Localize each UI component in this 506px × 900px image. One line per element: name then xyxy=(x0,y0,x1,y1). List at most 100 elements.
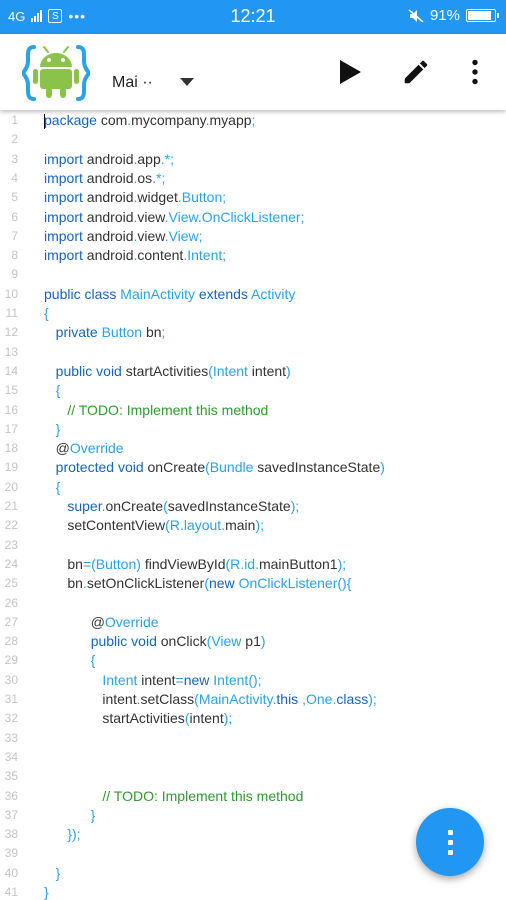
line-number: 2 xyxy=(11,132,18,147)
code-line[interactable]: 5 import android.widget.Button; xyxy=(0,188,506,207)
code-line[interactable]: 7 import android.view.View; xyxy=(0,227,506,246)
more-vert-icon xyxy=(472,59,478,85)
edit-button[interactable] xyxy=(398,54,434,90)
code-line[interactable]: 15 { xyxy=(0,381,506,400)
code-line[interactable]: 33 xyxy=(0,729,506,748)
line-number: 16 xyxy=(4,402,18,417)
battery-percent: 91% xyxy=(429,7,460,24)
code-line[interactable]: 13 xyxy=(0,343,506,362)
line-code: package com.mycompany.myapp; xyxy=(44,112,256,129)
code-line[interactable]: 28 public void onClick(View p1) xyxy=(0,632,506,651)
code-line[interactable]: 3 import android.app.*; xyxy=(0,150,506,169)
code-line[interactable]: 11 { xyxy=(0,304,506,323)
line-number: 13 xyxy=(4,344,18,359)
code-line[interactable]: 20 { xyxy=(0,478,506,497)
line-code: bn.setOnClickListener(new OnClickListene… xyxy=(44,575,352,592)
code-line[interactable]: 30 Intent intent=new Intent(); xyxy=(0,671,506,690)
code-line[interactable]: 18 @Override xyxy=(0,439,506,458)
actions-fab-button[interactable] xyxy=(416,808,484,876)
line-code: Intent intent=new Intent(); xyxy=(102,671,262,688)
code-line[interactable]: 34 xyxy=(0,748,506,767)
code-line[interactable]: 29 { xyxy=(0,651,506,670)
line-number: 1 xyxy=(11,113,18,127)
line-number: 5 xyxy=(11,190,18,205)
run-button[interactable] xyxy=(332,54,368,90)
aide-logo-icon xyxy=(22,45,90,101)
line-code: @Override xyxy=(55,440,124,457)
line-code: public void startActivities(Intent inten… xyxy=(55,362,291,379)
code-line[interactable]: 26 xyxy=(0,594,506,613)
code-line[interactable]: 14 public void startActivities(Intent in… xyxy=(0,362,506,381)
line-number: 3 xyxy=(11,151,18,166)
line-number: 34 xyxy=(4,749,18,764)
line-code: { xyxy=(44,652,96,669)
code-line[interactable]: 24 bn=(Button) findViewById(R.id.mainBut… xyxy=(0,555,506,574)
code-line[interactable]: 4 import android.os.*; xyxy=(0,169,506,188)
code-line[interactable]: 32 startActivities(intent); xyxy=(0,709,506,728)
code-line[interactable]: 2 xyxy=(0,130,506,149)
battery-icon xyxy=(466,9,499,22)
code-line[interactable]: 36 // TODO: Implement this method xyxy=(0,787,506,806)
line-code: intent.setClass(MainActivity.this ,One.c… xyxy=(44,691,377,707)
line-code: bn=(Button) findViewById(R.id.mainButton… xyxy=(44,555,347,572)
line-number: 27 xyxy=(4,614,18,629)
line-number: 10 xyxy=(4,286,18,301)
code-line[interactable]: 41} xyxy=(0,883,506,900)
code-line[interactable]: 19 protected void onCreate(Bundle savedI… xyxy=(0,458,506,477)
line-number: 18 xyxy=(4,441,18,456)
code-line[interactable]: 16 // TODO: Implement this method xyxy=(0,401,506,420)
code-line[interactable]: 27 @Override xyxy=(0,613,506,632)
line-code: } xyxy=(44,806,96,823)
code-line[interactable]: 12 private Button bn; xyxy=(0,323,506,342)
code-line[interactable]: 1 package com.mycompany.myapp; xyxy=(0,111,506,130)
line-code: setContentView(R.layout.main); xyxy=(44,517,264,534)
line-number: 9 xyxy=(11,267,18,282)
line-code: import android.content.Intent; xyxy=(44,247,227,264)
line-number: 7 xyxy=(11,228,18,243)
code-line[interactable]: 9 xyxy=(0,265,506,284)
line-number: 39 xyxy=(4,846,18,861)
line-code: protected void onCreate(Bundle savedInst… xyxy=(55,459,385,476)
code-line[interactable]: 8 import android.content.Intent; xyxy=(0,246,506,265)
line-code: public void onClick(View p1) xyxy=(90,633,266,650)
code-line[interactable]: 31 intent.setClass(MainActivity.this ,On… xyxy=(0,690,506,709)
line-code: // TODO: Implement this method xyxy=(67,401,269,418)
code-line[interactable]: 6 import android.view.View.OnClickListene… xyxy=(0,208,506,227)
file-tab-label[interactable]: Mai ·· xyxy=(112,74,153,92)
line-number: 31 xyxy=(4,692,18,706)
line-number: 11 xyxy=(5,306,18,320)
code-line[interactable]: 10 public class MainActivity extends Acti… xyxy=(0,285,506,304)
code-line[interactable]: 35 xyxy=(0,767,506,786)
line-number: 4 xyxy=(11,170,18,185)
line-number: 37 xyxy=(4,807,18,822)
overflow-menu-button[interactable] xyxy=(457,54,493,90)
line-code: @Override xyxy=(90,613,159,630)
line-number: 14 xyxy=(4,363,18,378)
line-number: 24 xyxy=(4,556,18,571)
line-code: super.onCreate(savedInstanceState); xyxy=(67,498,300,514)
line-number: 33 xyxy=(4,730,18,745)
line-code: public class MainActivity extends Activi… xyxy=(44,285,296,302)
code-editor[interactable]: 1 package com.mycompany.myapp; 2 3 import an… xyxy=(0,110,506,900)
code-line[interactable]: 22 setContentView(R.layout.main); xyxy=(0,516,506,535)
edit-icon xyxy=(404,60,428,84)
mute-icon xyxy=(408,8,424,23)
line-number: 36 xyxy=(4,788,18,803)
battery-level xyxy=(468,11,492,20)
line-number: 17 xyxy=(4,421,18,436)
line-number: 30 xyxy=(4,672,18,687)
code-line[interactable]: 25 bn.setOnClickListener(new OnClickList… xyxy=(0,574,506,593)
line-code: import android.widget.Button; xyxy=(44,189,227,206)
code-line[interactable]: 21 super.onCreate(savedInstanceState); xyxy=(0,497,506,516)
run-icon xyxy=(340,60,361,84)
code-line[interactable]: 23 xyxy=(0,536,506,555)
line-number: 32 xyxy=(4,711,18,726)
file-dropdown-icon[interactable] xyxy=(180,78,194,86)
line-number: 6 xyxy=(11,209,18,224)
line-code: { xyxy=(44,382,61,399)
line-number: 8 xyxy=(11,248,18,263)
line-code: import android.os.*; xyxy=(44,169,166,186)
code-line[interactable]: 17 } xyxy=(0,420,506,439)
line-number: 40 xyxy=(4,865,18,880)
line-code: } xyxy=(44,420,61,437)
